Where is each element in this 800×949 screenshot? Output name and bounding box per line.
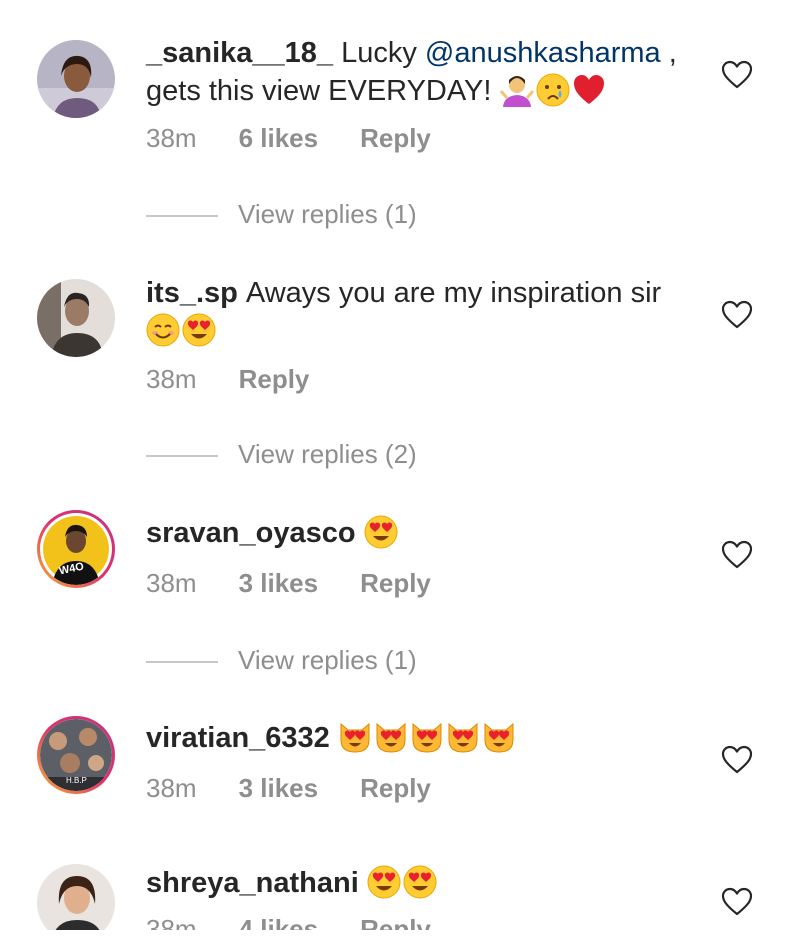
mention-link[interactable]: @anushkasharma	[425, 37, 661, 69]
avatar[interactable]: H.B.P	[37, 716, 115, 794]
comment-body: viratian_6332	[146, 719, 686, 757]
reply-button[interactable]: Reply	[360, 568, 431, 598]
comment-meta: 38m 3 likes Reply	[146, 568, 473, 599]
heart-eyes-cat-icon	[482, 720, 516, 754]
comment-meta: 38m 6 likes Reply	[146, 123, 473, 154]
comment-username[interactable]: shreya_nathani	[146, 867, 359, 899]
likes-count[interactable]: 3 likes	[239, 568, 319, 598]
view-replies-label: View replies (1)	[238, 645, 417, 675]
comment-time: 38m	[146, 123, 197, 153]
comment-time: 38m	[146, 773, 197, 803]
divider	[146, 455, 218, 458]
likes-count[interactable]: 3 likes	[239, 773, 319, 803]
likes-count[interactable]: 6 likes	[239, 123, 319, 153]
smiling-face-icon	[146, 313, 180, 347]
view-replies-button[interactable]: View replies (1)	[146, 199, 417, 230]
like-heart-icon[interactable]	[721, 300, 753, 330]
heart-eyes-icon	[364, 515, 398, 549]
comment-time: 38m	[146, 568, 197, 598]
avatar[interactable]	[37, 279, 115, 357]
heart-eyes-cat-icon	[338, 720, 372, 754]
view-replies-button[interactable]: View replies (2)	[146, 439, 417, 470]
comment-body: shreya_nathani	[146, 864, 686, 902]
like-heart-icon[interactable]	[721, 540, 753, 570]
comment-meta: 38m 3 likes Reply	[146, 773, 473, 804]
reply-button[interactable]: Reply	[239, 364, 310, 394]
heart-eyes-cat-icon	[446, 720, 480, 754]
reply-button[interactable]: Reply	[360, 773, 431, 803]
comment-text: ,	[660, 37, 677, 69]
heart-eyes-icon	[182, 313, 216, 347]
comment-body: its_.sp Aways you are my inspiration sir	[146, 274, 686, 350]
person-shrugging-icon	[500, 73, 534, 107]
comments-list: _sanika__18_ Lucky @anushkasharma , gets …	[0, 0, 800, 949]
avatar[interactable]: W4O	[37, 510, 115, 588]
crying-face-icon	[536, 73, 570, 107]
view-replies-label: View replies (1)	[238, 199, 417, 229]
comment-username[interactable]: sravan_oyasco	[146, 517, 356, 549]
like-heart-icon[interactable]	[721, 887, 753, 917]
view-replies-label: View replies (2)	[238, 439, 417, 469]
like-heart-icon[interactable]	[721, 60, 753, 90]
view-replies-button[interactable]: View replies (1)	[146, 645, 417, 676]
comment-username[interactable]: viratian_6332	[146, 722, 330, 754]
comment-text: Lucky	[341, 37, 425, 69]
bottom-crop-edge	[0, 930, 800, 949]
comment-text: gets this view EVERYDAY!	[146, 75, 492, 107]
red-heart-icon	[572, 73, 606, 107]
comment-username[interactable]: _sanika__18_	[146, 37, 333, 69]
heart-eyes-cat-icon	[410, 720, 444, 754]
reply-button[interactable]: Reply	[360, 123, 431, 153]
comment-time: 38m	[146, 364, 197, 394]
comment-body: _sanika__18_ Lucky @anushkasharma , gets …	[146, 34, 686, 110]
heart-eyes-icon	[403, 865, 437, 899]
heart-eyes-icon	[367, 865, 401, 899]
comment-meta: 38m Reply	[146, 364, 351, 395]
comment-username[interactable]: its_.sp	[146, 277, 238, 309]
comment-text: Aways you are my inspiration sir	[245, 277, 662, 309]
avatar-caption: H.B.P	[66, 776, 87, 785]
comment-body: sravan_oyasco	[146, 514, 686, 552]
heart-eyes-cat-icon	[374, 720, 408, 754]
divider	[146, 215, 218, 218]
avatar[interactable]	[37, 40, 115, 118]
like-heart-icon[interactable]	[721, 745, 753, 775]
divider	[146, 661, 218, 664]
